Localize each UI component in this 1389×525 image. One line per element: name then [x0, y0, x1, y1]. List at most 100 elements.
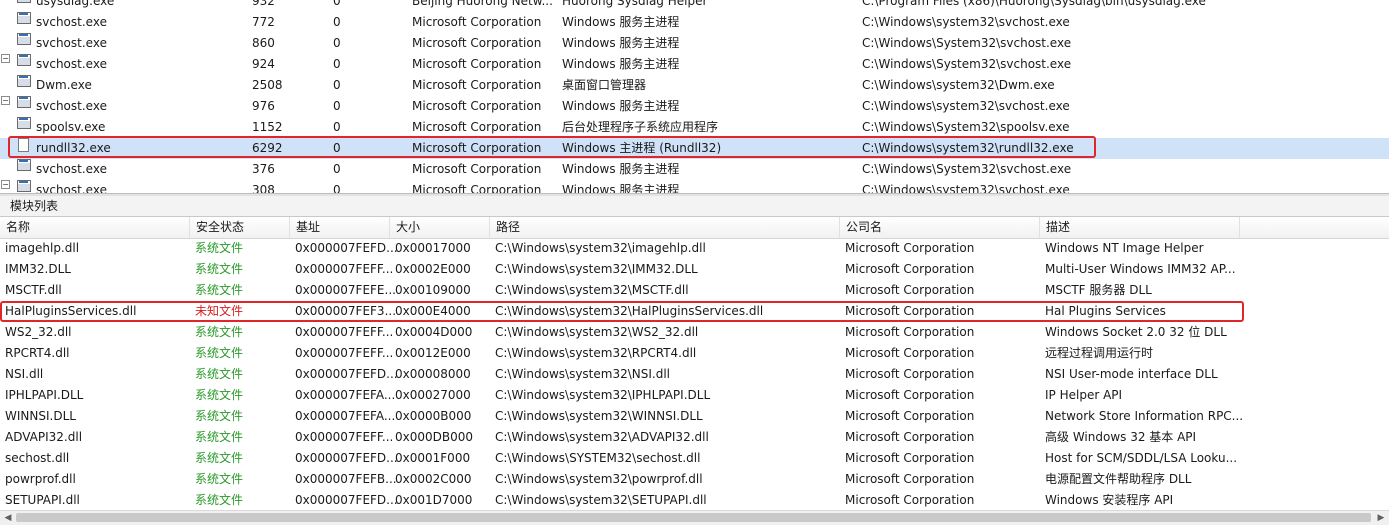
- process-company: Microsoft Corporation: [412, 162, 542, 176]
- process-row[interactable]: svchost.exe 860 0 Microsoft Corporation Wind…: [0, 33, 1389, 54]
- collapse-toggle-icon[interactable]: −: [1, 54, 10, 63]
- application-window-icon: [17, 0, 31, 3]
- module-path: C:\Windows\system32\SETUPAPI.dll: [495, 493, 707, 507]
- module-security-status: 系统文件: [195, 388, 244, 402]
- process-col3: 0: [333, 183, 341, 193]
- process-description: 桌面窗口管理器: [562, 78, 647, 92]
- module-base-address: 0x000007FEFD...: [295, 493, 398, 507]
- column-header-description[interactable]: 描述: [1040, 217, 1240, 238]
- column-header-path[interactable]: 路径: [490, 217, 840, 238]
- module-row[interactable]: HalPluginsServices.dll 未知文件 0x000007FEF3..…: [0, 301, 1389, 322]
- module-base-address: 0x000007FEFD...: [295, 451, 398, 465]
- module-name: powrprof.dll: [5, 472, 76, 486]
- module-security-status: 系统文件: [195, 241, 244, 255]
- process-col3: 0: [333, 0, 341, 8]
- module-row[interactable]: ADVAPI32.dll 系统文件 0x000007FEFF... 0x000DB00…: [0, 427, 1389, 448]
- module-row[interactable]: sechost.dll 系统文件 0x000007FEFD... 0x0001F000…: [0, 448, 1389, 469]
- module-description: MSCTF 服务器 DLL: [1045, 283, 1152, 297]
- column-header-company[interactable]: 公司名: [840, 217, 1040, 238]
- module-name: RPCRT4.dll: [5, 346, 70, 360]
- horizontal-scrollbar[interactable]: ◀ ▶: [0, 510, 1389, 525]
- module-size: 0x00027000: [395, 388, 471, 402]
- module-row[interactable]: powrprof.dll 系统文件 0x000007FEFB... 0x0002C00…: [0, 469, 1389, 490]
- process-pid: 772: [252, 15, 275, 29]
- module-size: 0x001D7000: [395, 493, 473, 507]
- process-path: C:\Windows\System32\svchost.exe: [862, 57, 1072, 71]
- process-row-selected[interactable]: rundll32.exe 6292 0 Microsoft Corporation Wi…: [0, 138, 1389, 159]
- module-row[interactable]: WS2_32.dll 系统文件 0x000007FEFF... 0x0004D000 C…: [0, 322, 1389, 343]
- module-security-status: 系统文件: [195, 283, 244, 297]
- module-size: 0x0002E000: [395, 262, 471, 276]
- column-header-size[interactable]: 大小: [390, 217, 490, 238]
- process-name: Dwm.exe: [36, 78, 92, 92]
- module-company: Microsoft Corporation: [845, 241, 975, 255]
- module-name: MSCTF.dll: [5, 283, 62, 297]
- scrollbar-thumb[interactable]: [16, 513, 1371, 522]
- module-name: ADVAPI32.dll: [5, 430, 83, 444]
- process-path: C:\Windows\system32\Dwm.exe: [862, 78, 1055, 92]
- module-company: Microsoft Corporation: [845, 304, 975, 318]
- process-row[interactable]: − svchost.exe 924 0 Microsoft Corporation Win…: [0, 54, 1389, 75]
- module-path: C:\Windows\system32\ADVAPI32.dll: [495, 430, 709, 444]
- scroll-right-arrow-icon[interactable]: ▶: [1374, 512, 1388, 524]
- module-company: Microsoft Corporation: [845, 430, 975, 444]
- module-base-address: 0x000007FEFD...: [295, 241, 398, 255]
- module-table-header: 名称 安全状态 基址 大小 路径 公司名 描述: [0, 217, 1389, 239]
- module-size: 0x00008000: [395, 367, 471, 381]
- module-security-status: 系统文件: [195, 262, 244, 276]
- process-row[interactable]: − svchost.exe 308 0 Microsoft Corporation Win…: [0, 180, 1389, 193]
- process-row[interactable]: svchost.exe 772 0 Microsoft Corporation Wind…: [0, 12, 1389, 33]
- process-pid: 932: [252, 0, 275, 8]
- module-base-address: 0x000007FEFB...: [295, 472, 397, 486]
- process-row[interactable]: Dwm.exe 2508 0 Microsoft Corporation 桌面窗口管理器…: [0, 75, 1389, 96]
- process-row[interactable]: svchost.exe 376 0 Microsoft Corporation Wind…: [0, 159, 1389, 180]
- process-company: Microsoft Corporation: [412, 141, 542, 155]
- module-size: 0x000E4000: [395, 304, 471, 318]
- process-row[interactable]: − svchost.exe 976 0 Microsoft Corporation Win…: [0, 96, 1389, 117]
- collapse-toggle-icon[interactable]: −: [1, 180, 10, 189]
- scroll-left-arrow-icon[interactable]: ◀: [1, 512, 15, 524]
- column-header-security-status[interactable]: 安全状态: [190, 217, 290, 238]
- document-icon: [18, 138, 29, 152]
- module-size: 0x0004D000: [395, 325, 473, 339]
- process-col3: 0: [333, 162, 341, 176]
- module-row[interactable]: RPCRT4.dll 系统文件 0x000007FEFF... 0x0012E000 C…: [0, 343, 1389, 364]
- process-pid: 308: [252, 183, 275, 193]
- module-path: C:\Windows\system32\NSI.dll: [495, 367, 671, 381]
- module-row[interactable]: SETUPAPI.dll 系统文件 0x000007FEFD... 0x001D700…: [0, 490, 1389, 510]
- column-header-base-address[interactable]: 基址: [290, 217, 390, 238]
- process-row[interactable]: spoolsv.exe 1152 0 Microsoft Corporation 后台处…: [0, 117, 1389, 138]
- module-size: 0x0001F000: [395, 451, 471, 465]
- process-pid: 976: [252, 99, 275, 113]
- module-panel-title: 模块列表: [10, 199, 59, 213]
- process-description: Windows 服务主进程: [562, 57, 680, 71]
- module-description: Windows NT Image Helper: [1045, 241, 1204, 255]
- process-description: Windows 服务主进程: [562, 15, 680, 29]
- process-pid: 924: [252, 57, 275, 71]
- process-pid: 1152: [252, 120, 283, 134]
- module-row[interactable]: IMM32.DLL 系统文件 0x000007FEFF... 0x0002E000 C:…: [0, 259, 1389, 280]
- process-row[interactable]: usysdiag.exe 932 0 Beijing Huorong Netw... H…: [0, 0, 1389, 12]
- module-row[interactable]: MSCTF.dll 系统文件 0x000007FEFE... 0x00109000 C:…: [0, 280, 1389, 301]
- module-description: Hal Plugins Services: [1045, 304, 1166, 318]
- application-window-icon: [17, 96, 31, 108]
- module-row[interactable]: NSI.dll 系统文件 0x000007FEFD... 0x00008000 C:\W…: [0, 364, 1389, 385]
- module-company: Microsoft Corporation: [845, 262, 975, 276]
- module-security-status: 未知文件: [195, 304, 244, 318]
- process-col3: 0: [333, 120, 341, 134]
- module-security-status: 系统文件: [195, 346, 244, 360]
- process-col3: 0: [333, 15, 341, 29]
- module-company: Microsoft Corporation: [845, 388, 975, 402]
- column-header-name[interactable]: 名称: [0, 217, 190, 238]
- module-path: C:\Windows\system32\IPHLPAPI.DLL: [495, 388, 711, 402]
- collapse-toggle-icon[interactable]: −: [1, 96, 10, 105]
- module-row[interactable]: IPHLPAPI.DLL 系统文件 0x000007FEFA... 0x0002700…: [0, 385, 1389, 406]
- module-company: Microsoft Corporation: [845, 325, 975, 339]
- module-row[interactable]: WINNSI.DLL 系统文件 0x000007FEFA... 0x0000B000 C…: [0, 406, 1389, 427]
- module-description: Windows Socket 2.0 32 位 DLL: [1045, 325, 1227, 339]
- module-row[interactable]: imagehlp.dll 系统文件 0x000007FEFD... 0x0001700…: [0, 238, 1389, 259]
- module-path: C:\Windows\system32\WINNSI.DLL: [495, 409, 703, 423]
- module-security-status: 系统文件: [195, 367, 244, 381]
- module-path: C:\Windows\system32\MSCTF.dll: [495, 283, 689, 297]
- module-base-address: 0x000007FEFF...: [295, 430, 394, 444]
